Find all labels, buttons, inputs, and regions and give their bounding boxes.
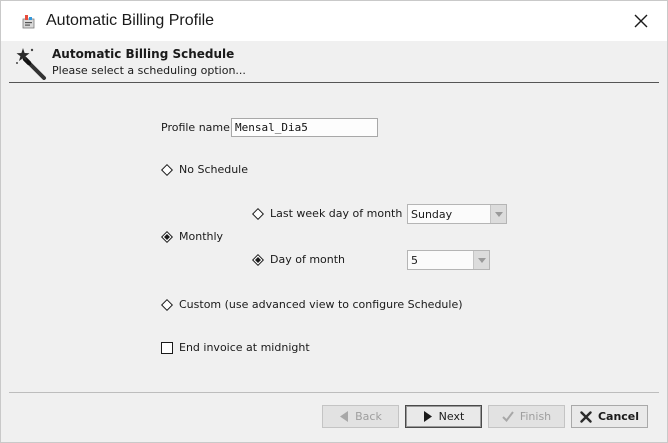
cancel-button[interactable]: Cancel <box>571 405 648 428</box>
monthly-label: Monthly <box>179 230 224 243</box>
weekday-select-value: Sunday <box>411 208 453 221</box>
checkmark-icon <box>502 411 514 422</box>
title-bar: Automatic Billing Profile <box>1 1 667 41</box>
day-of-month-radio[interactable] <box>252 254 264 266</box>
monthly-radio[interactable] <box>161 231 173 243</box>
weekday-select[interactable]: Sunday <box>407 204 507 224</box>
back-button-label: Back <box>355 410 382 423</box>
header-subtitle: Please select a scheduling option... <box>52 64 246 77</box>
dialog-window: Automatic Billing Profile Automatic Bill… <box>0 0 668 443</box>
day-of-month-select-value: 5 <box>411 254 418 267</box>
profile-name-input[interactable]: Mensal_Dia5 <box>231 118 378 137</box>
close-button[interactable] <box>629 9 653 33</box>
last-week-day-label: Last week day of month <box>270 207 403 220</box>
day-of-month-select-arrow[interactable] <box>473 251 489 269</box>
back-button[interactable]: Back <box>322 405 399 428</box>
billing-app-icon <box>22 15 35 29</box>
header-title: Automatic Billing Schedule <box>52 47 235 61</box>
day-of-month-label: Day of month <box>270 253 346 266</box>
schedule-options-panel: Profile name: Mensal_Dia5 No Schedule La… <box>9 84 659 393</box>
cancel-button-label: Cancel <box>597 410 640 423</box>
weekday-select-arrow[interactable] <box>490 205 506 223</box>
no-schedule-radio[interactable] <box>161 164 173 176</box>
end-invoice-label: End invoice at midnight <box>179 341 310 354</box>
magic-wand-icon <box>16 48 46 80</box>
next-button[interactable]: Next <box>405 405 482 428</box>
window-title: Automatic Billing Profile <box>46 12 215 29</box>
chevron-down-icon <box>494 211 503 217</box>
finish-button[interactable]: Finish <box>488 405 565 428</box>
arrow-right-icon <box>423 411 432 422</box>
day-of-month-select[interactable]: 5 <box>407 250 490 270</box>
last-week-day-radio[interactable] <box>252 208 264 220</box>
custom-label: Custom (use advanced view to configure S… <box>179 298 463 311</box>
wizard-header: Automatic Billing Schedule Please select… <box>9 41 659 83</box>
finish-button-label: Finish <box>519 410 552 423</box>
close-icon <box>634 14 648 28</box>
next-button-label: Next <box>438 410 465 423</box>
end-invoice-checkbox[interactable] <box>161 342 173 354</box>
arrow-left-icon <box>340 411 349 422</box>
cancel-x-icon <box>580 410 592 423</box>
chevron-down-icon <box>477 257 486 263</box>
no-schedule-label: No Schedule <box>179 163 249 176</box>
custom-radio[interactable] <box>161 299 173 311</box>
profile-name-label: Profile name: <box>161 121 234 134</box>
